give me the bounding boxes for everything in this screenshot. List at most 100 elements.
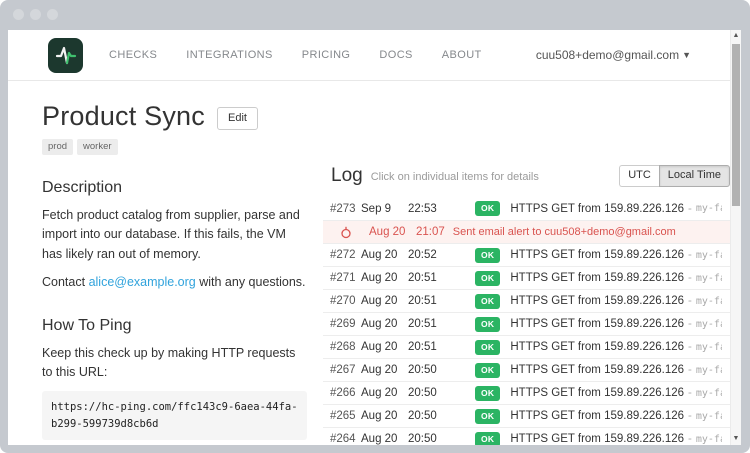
alert-message-text: Sent email alert to cuu508+demo@gmail.co… — [453, 226, 676, 238]
log-ping-number: #266 — [330, 387, 361, 399]
window-minimize-button[interactable] — [30, 9, 41, 20]
log-row[interactable]: #269Aug 2020:51OKHTTPS GET from 159.89.2… — [323, 312, 730, 335]
window-close-button[interactable] — [13, 9, 24, 20]
log-message-separator: - — [688, 387, 692, 399]
pulse-icon — [53, 43, 78, 68]
log-message-text: HTTPS GET from 159.89.226.126 — [510, 249, 684, 261]
log-row[interactable]: #264Aug 2020:50OKHTTPS GET from 159.89.2… — [323, 427, 730, 445]
page-content: CHECKS INTEGRATIONS PRICING DOCS ABOUT cuu50… — [8, 30, 741, 445]
nav-link-docs[interactable]: DOCS — [379, 49, 412, 61]
log-row[interactable]: #273Sep 922:53OKHTTPS GET from 159.89.22… — [323, 197, 730, 220]
log-message: HTTPS GET from 159.89.226.126-my-fancy-s… — [510, 341, 722, 353]
log-ping-number: #270 — [330, 295, 361, 307]
log-message-text: HTTPS GET from 159.89.226.126 — [510, 410, 684, 422]
log-message: HTTPS GET from 159.89.226.126-my-fancy-s… — [510, 433, 722, 445]
log-date: Aug 20 — [361, 295, 408, 307]
log-message-separator: - — [688, 203, 692, 215]
log-time: 20:50 — [408, 410, 475, 422]
tag-prod: prod — [42, 139, 73, 155]
contact-email-link[interactable]: alice@example.org — [89, 275, 196, 289]
log-message: HTTPS GET from 159.89.226.126-my-fancy-s… — [510, 364, 722, 376]
tag-worker: worker — [77, 139, 118, 155]
scrollbar-up-arrow[interactable]: ▲ — [731, 30, 741, 42]
log-message-text: HTTPS GET from 159.89.226.126 — [510, 364, 684, 376]
ok-status-badge: OK — [475, 271, 500, 286]
ok-status-badge: OK — [475, 201, 500, 216]
log-user-agent: my-fancy-sy… — [696, 250, 722, 261]
log-user-agent: my-fancy-sy… — [696, 365, 722, 376]
log-row[interactable]: #265Aug 2020:50OKHTTPS GET from 159.89.2… — [323, 404, 730, 427]
log-message-separator: - — [688, 272, 692, 284]
log-time: 20:51 — [408, 318, 475, 330]
log-date: Aug 20 — [361, 318, 408, 330]
log-row[interactable]: #272Aug 2020:52OK HTTPS GET from 159.89.2… — [323, 243, 730, 266]
app-logo[interactable] — [48, 38, 83, 73]
log-date: Aug 20 — [361, 410, 408, 422]
log-row[interactable]: #267Aug 2020:50OKHTTPS GET from 159.89.2… — [323, 358, 730, 381]
log-date: Aug 20 — [369, 226, 416, 238]
edit-button[interactable]: Edit — [217, 107, 258, 130]
scrollbar-thumb[interactable] — [732, 44, 740, 206]
log-message: HTTPS GET from 159.89.226.126-my-fancy-s… — [510, 410, 722, 422]
log-date: Aug 20 — [361, 249, 408, 261]
log-message: HTTPS GET from 159.89.226.126-my-fancy-s… — [510, 318, 722, 330]
log-row[interactable]: #268Aug 2020:51OKHTTPS GET from 159.89.2… — [323, 335, 730, 358]
main-area: Product Sync Edit prodworker Description… — [8, 81, 741, 444]
log-message: HTTPS GET from 159.89.226.126-my-fancy-s… — [510, 203, 722, 215]
log-message-text: HTTPS GET from 159.89.226.126 — [510, 203, 684, 215]
log-row[interactable]: #271Aug 2020:51OKHTTPS GET from 159.89.2… — [323, 266, 730, 289]
log-heading: Log — [331, 165, 363, 187]
log-user-agent: my-fancy-sy… — [696, 203, 722, 214]
description-heading: Description — [42, 179, 307, 197]
nav-link-integrations[interactable]: INTEGRATIONS — [186, 49, 273, 61]
log-user-agent: my-fancy-sy… — [696, 319, 722, 330]
log-date: Aug 20 — [361, 364, 408, 376]
log-ping-number: #265 — [330, 410, 361, 422]
log-time: 20:51 — [408, 295, 475, 307]
log-time: 20:50 — [408, 364, 475, 376]
log-time: 21:07 — [416, 226, 445, 238]
ok-status-badge: OK — [475, 248, 500, 263]
nav-link-about[interactable]: ABOUT — [442, 49, 482, 61]
account-menu[interactable]: cuu508+demo@gmail.com▼ — [536, 48, 691, 62]
ok-status-badge: OK — [475, 340, 500, 355]
log-ping-number: #272 — [330, 249, 361, 261]
check-tags: prodworker — [42, 139, 307, 155]
timezone-button-utc[interactable]: UTC — [619, 165, 659, 187]
log-message-separator: - — [688, 364, 692, 376]
log-ping-number: #269 — [330, 318, 361, 330]
log-message-separator: - — [688, 341, 692, 353]
account-email: cuu508+demo@gmail.com — [536, 48, 679, 62]
nav-link-checks[interactable]: CHECKS — [109, 49, 157, 61]
log-user-agent: my-fancy-sy… — [696, 296, 722, 307]
log-time: 20:50 — [408, 433, 475, 445]
log-message-text: HTTPS GET from 159.89.226.126 — [510, 295, 684, 307]
timezone-button-local-time[interactable]: Local Time — [659, 165, 730, 187]
log-row[interactable]: #266Aug 2020:50OKHTTPS GET from 159.89.2… — [323, 381, 730, 404]
log-date: Aug 20 — [361, 433, 408, 445]
ok-status-badge: OK — [475, 432, 500, 445]
log-time: 20:52 — [408, 249, 475, 261]
log-date: Aug 20 — [361, 272, 408, 284]
ok-status-badge: OK — [475, 386, 500, 401]
nav-link-pricing[interactable]: PRICING — [302, 49, 351, 61]
window-maximize-button[interactable] — [47, 9, 58, 20]
log-user-agent: my-fancy-sy… — [696, 342, 722, 353]
log-row[interactable]: #270Aug 2020:51OKHTTPS GET from 159.89.2… — [323, 289, 730, 312]
log-message: HTTPS GET from 159.89.226.126-my-fancy-s… — [510, 249, 722, 261]
scrollbar-down-arrow[interactable]: ▼ — [731, 433, 741, 445]
log-message-text: HTTPS GET from 159.89.226.126 — [510, 341, 684, 353]
ping-url-instruction: Keep this check up by making HTTP reques… — [42, 344, 307, 383]
check-details-column: Product Sync Edit prodworker Description… — [42, 101, 307, 445]
log-row-alert[interactable]: Aug 2021:07 Sent email alert to cuu508+de… — [323, 220, 730, 243]
window-controls — [13, 9, 58, 20]
log-rows: #273Sep 922:53OKHTTPS GET from 159.89.22… — [323, 197, 730, 445]
log-message-separator: - — [688, 318, 692, 330]
page-scrollbar[interactable]: ▲ ▼ — [730, 30, 741, 445]
log-time: 22:53 — [408, 203, 475, 215]
log-time: 20:51 — [408, 272, 475, 284]
log-alert-message: Sent email alert to cuu508+demo@gmail.co… — [453, 226, 722, 238]
contact-text: Contact alice@example.org with any quest… — [42, 273, 307, 292]
nav-links: CHECKS INTEGRATIONS PRICING DOCS ABOUT — [109, 49, 482, 61]
log-message-text: HTTPS GET from 159.89.226.126 — [510, 433, 684, 445]
